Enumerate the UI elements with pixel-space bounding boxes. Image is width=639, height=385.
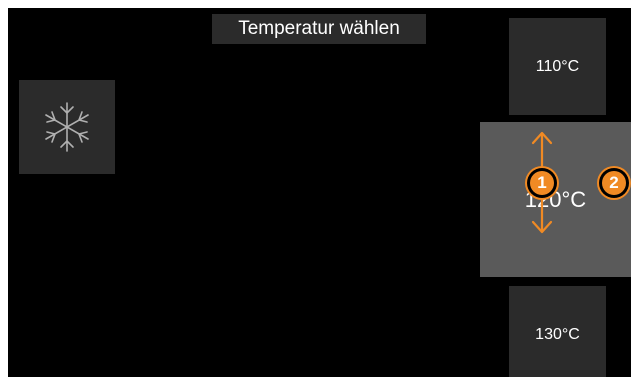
temperature-option-130[interactable]: 130°C [509, 286, 606, 377]
temperature-screen: Temperatur wählen 110°C 120°C 130°C 1 2 [0, 0, 639, 385]
annotation-marker-1: 1 [530, 171, 554, 195]
freeze-mode-tile[interactable] [19, 80, 115, 174]
device-display: Temperatur wählen 110°C 120°C 130°C 1 2 [8, 8, 631, 377]
snowflake-icon [45, 102, 89, 152]
temperature-option-selected[interactable]: 120°C [480, 122, 631, 277]
temperature-option-110[interactable]: 110°C [509, 18, 606, 115]
annotation-marker-2: 2 [602, 171, 626, 195]
page-title: Temperatur wählen [212, 14, 426, 44]
